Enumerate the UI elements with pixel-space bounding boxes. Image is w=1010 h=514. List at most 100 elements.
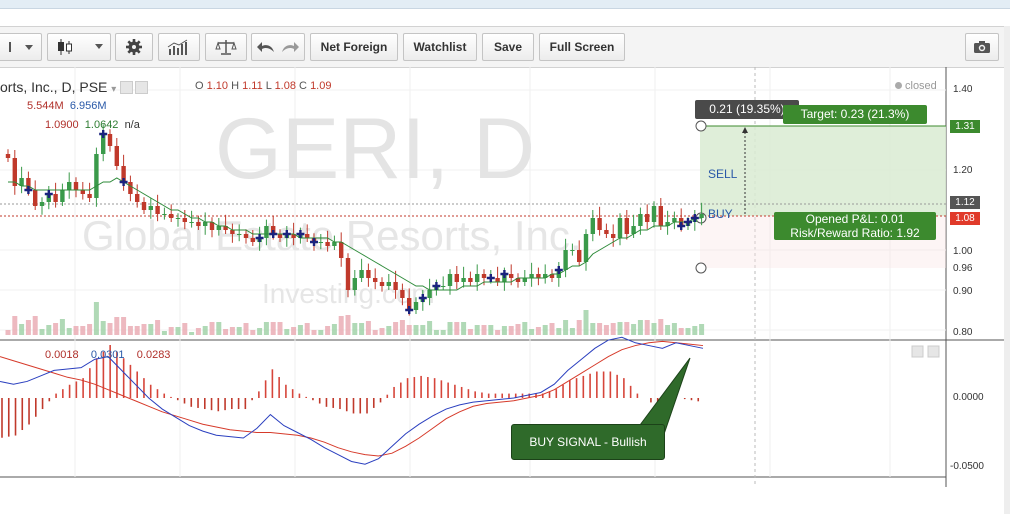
volume-bar bbox=[32, 316, 38, 335]
redo-icon[interactable] bbox=[278, 40, 300, 54]
trade-marker bbox=[44, 190, 53, 198]
target-callout[interactable]: Target: 0.23 (21.3%) bbox=[783, 105, 927, 124]
candle-body bbox=[339, 242, 344, 258]
ma-value-2: 1.0642 bbox=[84, 119, 119, 131]
compare-scale-icon bbox=[215, 40, 237, 55]
candle-body bbox=[94, 154, 99, 198]
candle-body bbox=[277, 234, 283, 238]
settings-button[interactable] bbox=[115, 33, 153, 61]
candle-body bbox=[386, 282, 391, 286]
symbol-dropdown-icon[interactable]: ▾ bbox=[111, 84, 116, 95]
volume-bar bbox=[19, 324, 25, 335]
candle-body bbox=[638, 214, 643, 226]
candlestick-style-button[interactable] bbox=[47, 33, 111, 61]
volume-bar bbox=[495, 330, 501, 335]
risk-reward-label: Risk/Reward Ratio: 1.92 bbox=[790, 226, 920, 240]
volume-bar bbox=[189, 332, 195, 335]
candle-body bbox=[53, 194, 58, 202]
candle-body bbox=[461, 278, 466, 282]
volume-bar bbox=[413, 325, 419, 335]
candle-body bbox=[325, 242, 330, 246]
volume-bar bbox=[467, 329, 473, 335]
symbol-legend[interactable]: orts, Inc., D, PSE ▾ bbox=[0, 79, 150, 95]
candle-body bbox=[107, 134, 113, 146]
chart-style-button[interactable] bbox=[0, 33, 42, 61]
volume-bar bbox=[569, 328, 575, 335]
volume-bar bbox=[685, 328, 691, 335]
volume-bar bbox=[583, 310, 589, 335]
watermark-subtitle: Global Estate Resorts, Inc. bbox=[82, 212, 582, 259]
volume-bar bbox=[148, 324, 154, 335]
volume-bar bbox=[87, 324, 93, 335]
candle-body bbox=[196, 222, 201, 226]
pnl-callout[interactable]: Opened P&L: 0.01 Risk/Reward Ratio: 1.92 bbox=[774, 212, 936, 240]
candle-body bbox=[182, 218, 187, 222]
candle-body bbox=[230, 230, 235, 234]
candle-body bbox=[651, 206, 657, 222]
undo-icon[interactable] bbox=[256, 40, 278, 54]
pane-up-button[interactable] bbox=[911, 345, 924, 358]
volume-bar bbox=[671, 323, 677, 335]
candle-body bbox=[400, 290, 405, 298]
volume-bar bbox=[508, 326, 514, 335]
price-chart[interactable]: GERI, D Global Estate Resorts, Inc. Inve… bbox=[0, 67, 1004, 487]
compare-button[interactable] bbox=[205, 33, 247, 61]
volume-bar bbox=[515, 324, 521, 335]
volume-bar bbox=[692, 326, 698, 335]
net-foreign-button[interactable]: Net Foreign bbox=[310, 33, 398, 61]
buy-signal-annotation[interactable]: BUY SIGNAL - Bullish bbox=[511, 424, 665, 460]
volume-bar bbox=[12, 316, 18, 335]
watchlist-button[interactable]: Watchlist bbox=[403, 33, 477, 61]
candle-body bbox=[305, 234, 310, 238]
candle-body bbox=[645, 214, 650, 222]
candle-body bbox=[529, 274, 534, 278]
volume-bar bbox=[624, 322, 630, 335]
volume-bar bbox=[637, 320, 643, 335]
save-button[interactable]: Save bbox=[482, 33, 534, 61]
candle-body bbox=[250, 238, 255, 242]
volume-bar bbox=[284, 329, 290, 335]
volume-bar bbox=[297, 325, 303, 335]
pane-down-button[interactable] bbox=[927, 345, 940, 358]
candle-body bbox=[264, 226, 269, 238]
candle-body bbox=[67, 182, 72, 190]
indicators-button[interactable] bbox=[158, 33, 200, 61]
candle-body bbox=[373, 278, 378, 282]
volume-bar bbox=[25, 320, 31, 335]
y-tick-0-90: 0.90 bbox=[953, 286, 973, 297]
volume-bar bbox=[175, 327, 181, 335]
low-value: 1.08 bbox=[274, 80, 296, 92]
buy-label: BUY bbox=[708, 207, 733, 221]
symbol-name: orts, Inc., D, PSE bbox=[0, 79, 108, 95]
volume-bar bbox=[440, 330, 446, 335]
trade-marker bbox=[500, 270, 509, 278]
open-value: 1.10 bbox=[206, 80, 229, 92]
candle-body bbox=[624, 218, 629, 234]
legend-close-icon[interactable] bbox=[135, 81, 149, 94]
stop-handle[interactable] bbox=[695, 262, 707, 274]
dropdown-icon bbox=[9, 42, 33, 52]
candle-body bbox=[481, 274, 487, 278]
volume-bar bbox=[80, 326, 86, 335]
volume-bar bbox=[202, 326, 208, 335]
candle-body bbox=[332, 242, 337, 246]
volume-bar bbox=[209, 322, 215, 335]
volume-bar bbox=[223, 329, 229, 335]
candle-body bbox=[699, 214, 704, 218]
legend-settings-icon[interactable] bbox=[120, 81, 134, 94]
volume-bar bbox=[699, 324, 705, 335]
page-scrollbar[interactable] bbox=[1004, 26, 1010, 514]
undo-redo-group bbox=[251, 33, 305, 61]
candle-body bbox=[33, 190, 38, 206]
snapshot-button[interactable] bbox=[965, 33, 999, 61]
target-price-badge: 1.31 bbox=[950, 120, 980, 133]
candle-body bbox=[590, 218, 595, 234]
candle-body bbox=[577, 250, 582, 262]
volume-bar bbox=[270, 322, 276, 335]
volume-bar bbox=[372, 330, 378, 335]
macd-legend: 0.0018 0.0301 0.0283 bbox=[45, 349, 170, 361]
target-handle[interactable] bbox=[695, 120, 707, 132]
volume-bar bbox=[549, 323, 555, 335]
full-screen-button[interactable]: Full Screen bbox=[539, 33, 625, 61]
volume-bar bbox=[114, 317, 120, 335]
